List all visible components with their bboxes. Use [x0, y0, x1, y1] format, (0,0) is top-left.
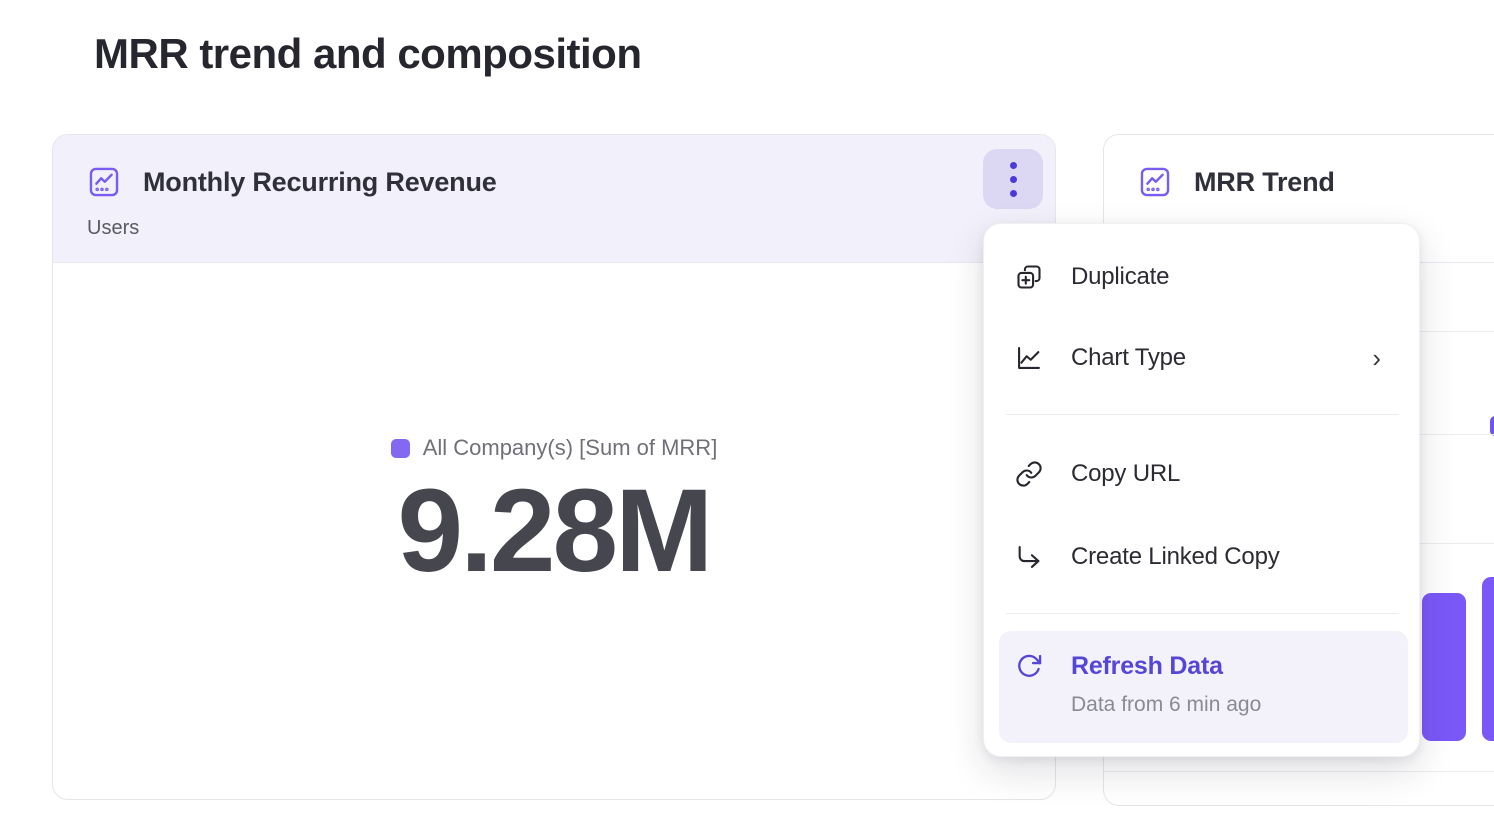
menu-item-label: Refresh Data	[1071, 652, 1223, 681]
corner-down-right-icon	[1014, 542, 1044, 572]
card-title: Monthly Recurring Revenue	[143, 167, 497, 198]
mrr-kpi-card: Monthly Recurring Revenue Users All Comp…	[52, 134, 1056, 800]
chart-icon	[1138, 165, 1172, 199]
gridline	[1104, 771, 1494, 772]
menu-item-create-linked-copy[interactable]: Create Linked Copy	[984, 529, 1419, 585]
chart-icon	[87, 165, 121, 199]
menu-item-copy-url[interactable]: Copy URL	[984, 446, 1419, 502]
menu-item-label: Duplicate	[1071, 263, 1169, 291]
duplicate-icon	[1014, 262, 1044, 292]
kpi-value: 9.28M	[398, 467, 711, 597]
card-context-menu: Duplicate Chart Type › Copy URL	[983, 223, 1420, 757]
chevron-right-icon: ›	[1372, 343, 1381, 374]
menu-item-label: Chart Type	[1071, 344, 1186, 372]
refresh-icon	[1014, 651, 1044, 681]
dashboard-page: MRR trend and composition Monthly Recurr…	[0, 0, 1494, 816]
menu-item-label: Create Linked Copy	[1071, 543, 1280, 571]
page-title: MRR trend and composition	[94, 30, 642, 78]
link-icon	[1014, 459, 1044, 489]
menu-item-chart-type[interactable]: Chart Type ›	[984, 330, 1419, 386]
refresh-timestamp: Data from 6 min ago	[1071, 693, 1261, 717]
card-title: MRR Trend	[1194, 167, 1335, 198]
trend-bar	[1482, 577, 1494, 741]
menu-item-refresh-data[interactable]: Refresh Data Data from 6 min ago	[999, 631, 1408, 743]
menu-divider	[1006, 613, 1399, 614]
kebab-dot	[1010, 190, 1017, 197]
kpi-legend: All Company(s) [Sum of MRR]	[391, 435, 718, 461]
chart-type-icon	[1014, 343, 1044, 373]
menu-item-duplicate[interactable]: Duplicate	[984, 249, 1419, 305]
legend-swatch	[391, 439, 410, 458]
menu-item-label: Copy URL	[1071, 460, 1180, 488]
card-kebab-menu-button[interactable]	[983, 149, 1043, 209]
kpi-body: All Company(s) [Sum of MRR] 9.28M	[53, 263, 1055, 801]
trend-bar	[1422, 593, 1466, 741]
legend-label: All Company(s) [Sum of MRR]	[423, 435, 718, 461]
legend-swatch	[1490, 416, 1494, 436]
kebab-dot	[1010, 176, 1017, 183]
kebab-dot	[1010, 162, 1017, 169]
menu-divider	[1006, 414, 1399, 415]
card-subtitle: Users	[87, 217, 139, 240]
mrr-kpi-card-header: Monthly Recurring Revenue Users	[53, 135, 1055, 263]
